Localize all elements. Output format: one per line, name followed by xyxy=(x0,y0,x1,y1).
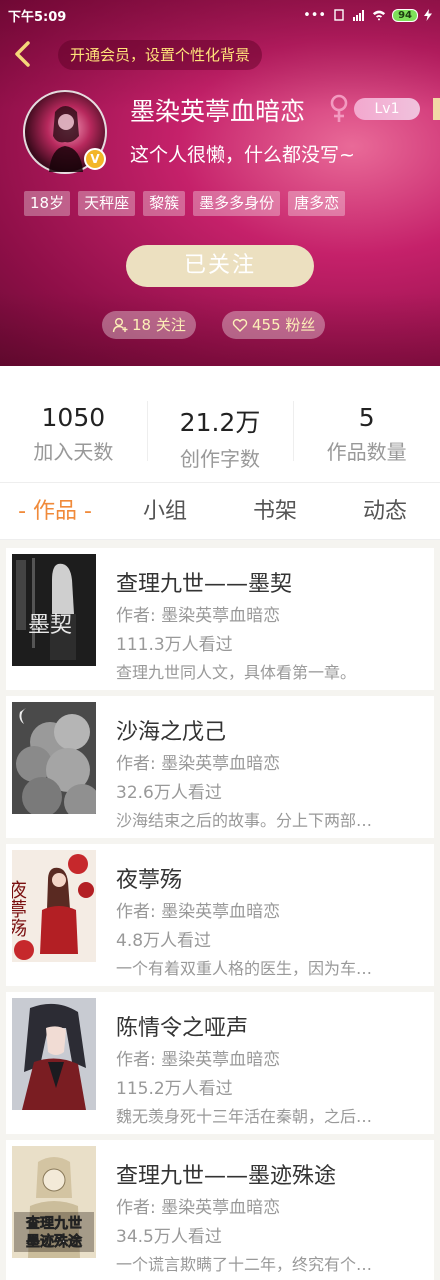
book-card[interactable]: 夜葶殇 夜葶殇 作者: 墨染英葶血暗恋 4.8万人看过 一个有着双重人格的医生，… xyxy=(6,844,434,986)
book-author: 作者: 墨染英葶血暗恋 xyxy=(116,902,281,922)
cover-title-text: 查理九世 xyxy=(26,1215,82,1232)
signal-icon xyxy=(353,10,365,21)
tag-item: 黎簇 xyxy=(143,191,186,216)
tag-item: 天秤座 xyxy=(78,191,136,216)
battery-icon: 94 xyxy=(392,8,418,22)
book-cover: 夜葶殇 xyxy=(12,850,96,962)
cover-title-text: 夜葶殇 xyxy=(12,880,27,938)
heart-icon xyxy=(232,318,248,332)
profile-header: 下午5:09 ••• 94 开通会员，设置个性化背景 V 墨染英葶血暗恋 Lv1… xyxy=(0,0,440,366)
tag-item: 18岁 xyxy=(24,191,71,216)
book-views: 32.6万人看过 xyxy=(116,783,222,803)
charging-icon xyxy=(424,9,432,21)
stat-works-count: 5 作品数量 xyxy=(293,385,440,481)
stats-bar: 1050 加入天数 21.2万 创作字数 5 作品数量 xyxy=(0,385,440,481)
stat-join-days: 1050 加入天数 xyxy=(0,385,147,481)
cover-art-image xyxy=(12,998,96,1110)
tag-item: 墨多多身份 xyxy=(193,191,281,216)
cover-subtitle-text: 墨迹殊途 xyxy=(26,1233,83,1250)
book-author: 作者: 墨染英葶血暗恋 xyxy=(116,1050,281,1070)
book-title: 陈情令之哑声 xyxy=(116,1016,249,1041)
book-card[interactable]: 陈情令之哑声 作者: 墨染英葶血暗恋 115.2万人看过 魏无羡身死十三年活在秦… xyxy=(6,992,434,1134)
book-author: 作者: 墨染英葶血暗恋 xyxy=(116,754,281,774)
book-views: 4.8万人看过 xyxy=(116,931,212,951)
level-badge: Lv1 xyxy=(354,98,420,120)
back-arrow-icon[interactable] xyxy=(8,38,38,70)
stat-label: 创作字数 xyxy=(180,447,260,471)
stat-word-count: 21.2万 创作字数 xyxy=(146,385,294,481)
book-title: 查理九世——墨契 xyxy=(116,572,293,597)
status-time: 下午5:09 xyxy=(8,9,67,25)
profile-tabs: - 作品 - 小组 书架 动态 xyxy=(0,482,440,540)
tab-works[interactable]: - 作品 - xyxy=(0,483,110,539)
user-bio: 这个人很懒，什么都没写~ xyxy=(130,144,355,166)
stat-value: 5 xyxy=(358,403,375,432)
book-card[interactable]: 墨契 查理九世——墨契 作者: 墨染英葶血暗恋 111.3万人看过 查理九世同人… xyxy=(6,548,434,690)
user-icon xyxy=(112,318,128,333)
tab-bookshelf[interactable]: 书架 xyxy=(220,483,330,539)
book-title: 查理九世——墨迹殊途 xyxy=(116,1164,337,1189)
edge-tab[interactable] xyxy=(433,98,440,120)
sim-card-icon xyxy=(334,9,344,21)
book-views: 111.3万人看过 xyxy=(116,635,233,655)
book-cover xyxy=(12,998,96,1110)
tag-item: 唐多恋 xyxy=(288,191,346,216)
stat-value: 1050 xyxy=(41,403,106,432)
cover-art-image: 墨契 xyxy=(12,554,96,666)
book-title: 沙海之戊己 xyxy=(116,720,227,745)
cover-art-image: 查理九世 墨迹殊途 xyxy=(12,1146,96,1258)
tab-groups[interactable]: 小组 xyxy=(110,483,220,539)
book-card[interactable]: 查理九世 墨迹殊途 查理九世——墨迹殊途 作者: 墨染英葶血暗恋 34.5万人看… xyxy=(6,1140,434,1280)
stat-label: 加入天数 xyxy=(33,440,114,464)
book-author: 作者: 墨染英葶血暗恋 xyxy=(116,1198,281,1218)
book-cover: 查理九世 墨迹殊途 xyxy=(12,1146,96,1258)
book-author: 作者: 墨染英葶血暗恋 xyxy=(116,606,281,626)
book-description: 一个谎言欺瞒了十二年，终究有个… xyxy=(116,1255,373,1274)
works-list: 墨契 查理九世——墨契 作者: 墨染英葶血暗恋 111.3万人看过 查理九世同人… xyxy=(0,540,440,1280)
fans-count-button[interactable]: 455 粉丝 xyxy=(222,311,326,339)
following-count: 18 关注 xyxy=(132,316,186,334)
vip-background-banner[interactable]: 开通会员，设置个性化背景 xyxy=(58,40,263,70)
book-cover: 墨契 xyxy=(12,554,96,666)
status-bar: 下午5:09 ••• 94 xyxy=(0,0,440,30)
stat-label: 作品数量 xyxy=(326,440,407,464)
following-count-button[interactable]: 18 关注 xyxy=(102,311,196,339)
fans-count: 455 粉丝 xyxy=(252,316,316,334)
wifi-icon xyxy=(372,10,386,21)
cover-title-text: 墨契 xyxy=(28,613,72,638)
followed-button[interactable]: 已关注 xyxy=(126,245,314,287)
book-title: 夜葶殇 xyxy=(116,868,183,893)
tag-list: 18岁 天秤座 黎簇 墨多多身份 唐多恋 xyxy=(24,191,346,216)
female-gender-icon xyxy=(330,94,348,122)
book-views: 115.2万人看过 xyxy=(116,1079,233,1099)
more-dots-icon: ••• xyxy=(303,7,327,23)
book-description: 沙海结束之后的故事。分上下两部… xyxy=(116,811,373,830)
book-cover xyxy=(12,702,96,814)
tab-activity[interactable]: 动态 xyxy=(330,483,440,539)
book-card[interactable]: 沙海之戊己 作者: 墨染英葶血暗恋 32.6万人看过 沙海结束之后的故事。分上下… xyxy=(6,696,434,838)
stat-value: 21.2万 xyxy=(179,408,261,437)
cover-art-image xyxy=(12,702,96,814)
book-description: 查理九世同人文，具体看第一章。 xyxy=(116,663,357,682)
verified-badge-icon: V xyxy=(84,148,106,170)
book-description: 一个有着双重人格的医生，因为车… xyxy=(116,959,373,978)
book-views: 34.5万人看过 xyxy=(116,1227,222,1247)
book-description: 魏无羡身死十三年活在秦朝，之后… xyxy=(116,1107,373,1126)
username: 墨染英葶血暗恋 xyxy=(130,97,306,126)
cover-art-image: 夜葶殇 xyxy=(12,850,96,962)
